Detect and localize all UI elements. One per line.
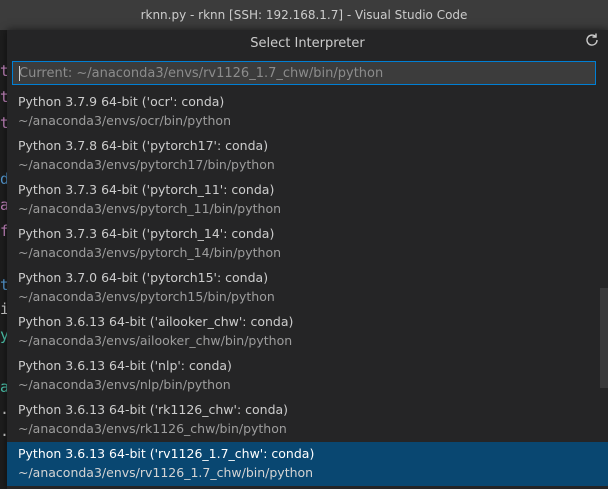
interpreter-option-label: Python 3.7.9 64-bit ('ocr': conda) <box>18 94 225 109</box>
interpreter-option-label: Python 3.7.3 64-bit ('pytorch_14': conda… <box>18 226 275 241</box>
window-title-bar: rknn.py - rknn [SSH: 192.168.1.7] - Visu… <box>0 0 608 30</box>
interpreter-option[interactable]: Python 3.6.13 64-bit ('rk1126_chw': cond… <box>7 398 608 442</box>
refresh-icon-glyph <box>586 33 598 46</box>
interpreter-option[interactable]: Python 3.6.13 64-bit ('ailooker_chw': co… <box>7 310 608 354</box>
interpreter-option-path: ~/anaconda3/envs/nlp/bin/python <box>18 377 231 392</box>
interpreter-option-path: ~/anaconda3/envs/pytorch_11/bin/python <box>18 201 282 216</box>
list-scrollbar[interactable] <box>600 288 608 388</box>
select-interpreter-quick-pick: Select Interpreter Python 3.7.9 64-bit (… <box>7 30 608 489</box>
quick-pick-header: Select Interpreter <box>7 30 608 56</box>
quick-pick-title: Select Interpreter <box>250 35 365 51</box>
window-title: rknn.py - rknn [SSH: 192.168.1.7] - Visu… <box>140 8 468 22</box>
interpreter-option[interactable]: Python 3.7.3 64-bit ('pytorch_14': conda… <box>7 222 608 266</box>
interpreter-option[interactable]: Python 3.7.9 64-bit ('ocr': conda) ~/anac… <box>7 90 608 134</box>
interpreter-option-path: ~/anaconda3/envs/pytorch15/bin/python <box>18 289 275 304</box>
interpreter-option-label: Python 3.6.13 64-bit ('rk1126_chw': cond… <box>18 402 289 417</box>
interpreter-option[interactable]: Python 3.6.13 64-bit ('nlp': conda) ~/ana… <box>7 354 608 398</box>
interpreter-option-path: ~/anaconda3/envs/pytorch_14/bin/python <box>18 245 282 260</box>
interpreter-option[interactable]: Python 3.7.3 64-bit ('pytorch_11': conda… <box>7 178 608 222</box>
interpreter-option-label: Python 3.7.8 64-bit ('pytorch17': conda) <box>18 138 269 153</box>
interpreter-option-path: ~/anaconda3/envs/rk1126_chw/bin/python <box>18 421 287 436</box>
interpreter-option[interactable]: Python 3.6.13 64-bit ('rv1126_1.7_chw': … <box>7 442 608 486</box>
interpreter-option[interactable]: Python 3.7.8 64-bit ('pytorch17': conda)… <box>7 134 608 178</box>
interpreter-option-path: ~/anaconda3/envs/pytorch17/bin/python <box>18 157 275 172</box>
interpreter-search-input[interactable] <box>13 62 595 85</box>
text-caret <box>19 66 20 81</box>
refresh-icon[interactable] <box>582 32 602 52</box>
interpreter-option-label: Python 3.6.13 64-bit ('rv1126_1.7_chw': … <box>18 446 315 461</box>
interpreter-option-label: Python 3.7.3 64-bit ('pytorch_11': conda… <box>18 182 275 197</box>
interpreter-option-path: ~/anaconda3/envs/ocr/bin/python <box>18 113 232 128</box>
interpreter-search-input-wrapper <box>12 61 596 85</box>
interpreter-list: Python 3.7.9 64-bit ('ocr': conda) ~/anac… <box>7 90 608 489</box>
interpreter-option-label: Python 3.7.0 64-bit ('pytorch15': conda) <box>18 270 269 285</box>
interpreter-option-label: Python 3.6.13 64-bit ('nlp': conda) <box>18 358 232 373</box>
interpreter-option-path: ~/anaconda3/envs/ailooker_chw/bin/python <box>18 333 293 348</box>
interpreter-option-label: Python 3.6.13 64-bit ('ailooker_chw': co… <box>18 314 294 329</box>
interpreter-option[interactable]: Python 3.7.0 64-bit ('pytorch15': conda)… <box>7 266 608 310</box>
interpreter-option-path: ~/anaconda3/envs/rv1126_1.7_chw/bin/pyth… <box>18 465 314 480</box>
